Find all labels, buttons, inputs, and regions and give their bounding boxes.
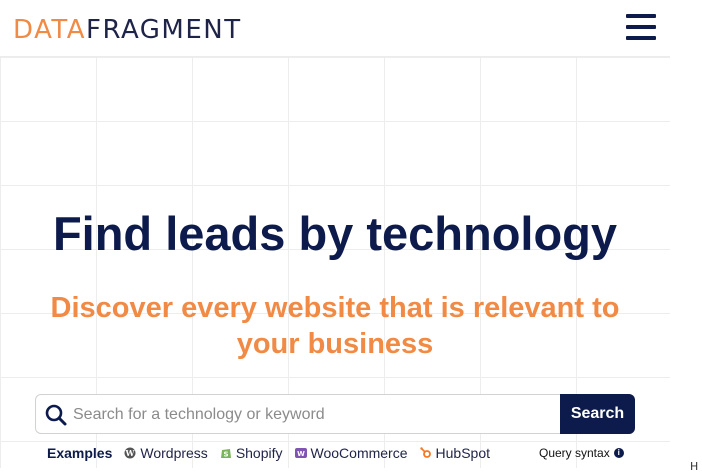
logo-data-text: DATA (13, 15, 86, 45)
examples-label: Examples (47, 445, 113, 461)
gutter-mark: H (690, 460, 699, 473)
wordpress-icon: W (124, 447, 136, 459)
logo[interactable]: DATAFRAGMENT (13, 14, 242, 46)
example-hubspot[interactable]: HubSpot (419, 445, 490, 461)
menu-bar (626, 14, 656, 18)
example-woocommerce[interactable]: W WooCommerce (294, 445, 408, 461)
menu-bar (626, 25, 656, 29)
search-button[interactable]: Search (560, 394, 635, 434)
menu-bar (626, 36, 656, 40)
example-label: Wordpress (140, 445, 208, 461)
right-gutter (670, 0, 702, 468)
search-bar: Search (35, 394, 635, 434)
example-label: WooCommerce (310, 445, 408, 461)
svg-text:W: W (125, 448, 136, 458)
example-shopify[interactable]: S Shopify (220, 445, 283, 461)
site-header: DATAFRAGMENT (0, 0, 670, 57)
example-label: Shopify (235, 445, 283, 461)
hero-title: Find leads by technology (52, 207, 618, 260)
example-label: HubSpot (435, 445, 490, 461)
svg-text:W: W (297, 450, 305, 458)
logo-fragment-text: FRAGMENT (85, 15, 242, 45)
shopify-icon: S (220, 449, 231, 459)
hamburger-menu-icon[interactable] (626, 14, 656, 40)
hubspot-icon (419, 447, 431, 458)
query-syntax-link[interactable]: Query syntax i (539, 446, 624, 460)
example-wordpress[interactable]: W Wordpress (124, 445, 208, 461)
search-icon (45, 404, 67, 426)
woocommerce-icon: W (294, 448, 307, 458)
search-input[interactable] (71, 399, 555, 431)
query-syntax-label: Query syntax (539, 446, 610, 460)
examples-row: Examples W Wordpress S Shopify W WooComm… (47, 443, 502, 463)
info-icon: i (613, 448, 624, 458)
svg-text:S: S (223, 451, 228, 459)
hero-subtitle: Discover every website that is relevant … (50, 292, 620, 360)
